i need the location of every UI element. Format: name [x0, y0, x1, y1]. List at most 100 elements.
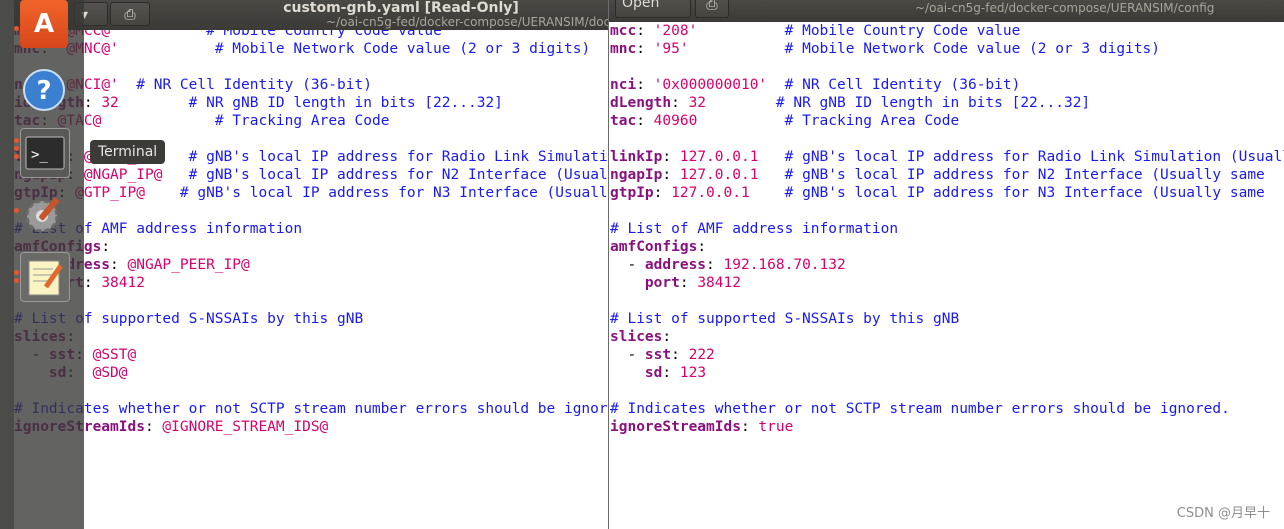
left-screen-edge	[0, 0, 14, 529]
code-token: # gNB's local IP address for N3 Interfac…	[179, 185, 608, 201]
code-token: 38412	[101, 275, 145, 291]
ubuntu-software-glyph: A	[34, 9, 54, 39]
code-token: # NR Cell Identity (36-bit)	[136, 77, 372, 93]
code-line: tac: @TAC@ # Tracking Area Code	[14, 112, 608, 130]
code-line: sd: 123	[610, 364, 1284, 382]
left-save-doc-button[interactable]: ⎙	[110, 2, 150, 26]
code-token: # Tracking Area Code	[784, 113, 960, 129]
code-line: amfConfigs:	[14, 238, 608, 256]
code-token: :	[671, 95, 689, 111]
right-window-path: ~/oai-cn5g-fed/docker-compose/UERANSIM/c…	[915, 1, 1215, 15]
code-token: 123	[679, 365, 707, 381]
left-window-titlebar[interactable]: ▾ ⎙ custom-gnb.yaml [Read-Only] ~/oai-cn…	[14, 0, 608, 30]
code-line: # List of supported S-NSSAIs by this gNB	[14, 310, 608, 328]
system-settings-icon[interactable]	[20, 190, 68, 238]
code-token: :	[636, 77, 654, 93]
code-token: # NR gNB ID length in bits [22...32]	[775, 95, 1091, 111]
code-token: :	[671, 347, 689, 363]
code-line: - sst: 222	[610, 346, 1284, 364]
code-token: 38412	[697, 275, 741, 291]
code-token: mcc	[610, 23, 637, 39]
code-line: slices:	[610, 328, 1284, 346]
code-token: @GTP_IP@	[75, 185, 145, 201]
code-token: 32	[101, 95, 119, 111]
code-token: true	[758, 419, 794, 435]
code-token: '95'	[653, 41, 689, 57]
code-token: # NR Cell Identity (36-bit)	[784, 77, 1021, 93]
code-line: # List of supported S-NSSAIs by this gNB	[610, 310, 1284, 328]
code-token: # gNB's local IP address for N2 Interfac…	[188, 167, 608, 183]
code-token: :	[679, 275, 698, 291]
code-line: mnc: '@MNC@' # Mobile Network Code value…	[14, 40, 608, 58]
code-token: :	[83, 275, 102, 291]
running-indicator	[14, 278, 19, 283]
running-indicator	[14, 154, 19, 159]
code-line: ngapIp: 127.0.0.1 # gNB's local IP addre…	[610, 166, 1284, 184]
code-line: nci: '0x000000010' # NR Cell Identity (3…	[610, 76, 1284, 94]
left-window-path: ~/oai-cn5g-fed/docker-compose/UERANSIM/d…	[326, 15, 608, 29]
code-line: amfConfigs:	[610, 238, 1284, 256]
code-line: - address: 192.168.70.132	[610, 256, 1284, 274]
right-window-titlebar[interactable]: Open ⎙ ~/oai-cn5g-fed/docker-compose/UER…	[609, 0, 1284, 22]
code-token: # Mobile Network Code value (2 or 3 digi…	[214, 41, 591, 57]
code-token: 40960	[653, 113, 698, 129]
code-line: ignoreStreamIds: @IGNORE_STREAM_IDS@	[14, 418, 608, 436]
code-line: # List of AMF address information	[14, 220, 608, 238]
code-token: :	[636, 23, 654, 39]
csdn-watermark: CSDN @月早十	[1176, 506, 1270, 521]
code-token: :	[662, 167, 680, 183]
text-editor-glyph	[28, 260, 63, 296]
code-token: sd	[644, 365, 663, 381]
code-token: @SST@	[92, 347, 137, 363]
right-editor-text[interactable]: mcc: '208' # Mobile Country Code value mn…	[610, 22, 1284, 436]
text-editor-icon[interactable]	[20, 252, 70, 302]
code-token: '0x000000010'	[653, 77, 768, 93]
code-line: port: 38412	[610, 274, 1284, 292]
code-line: - address: @NGAP_PEER_IP@	[14, 256, 608, 274]
code-token: # gNB's local IP address for N2 Interfac…	[784, 167, 1265, 183]
code-token: # gNB's local IP address for N3 Interfac…	[784, 185, 1265, 201]
right-editor-window[interactable]: mcc: '208' # Mobile Country Code value mn…	[608, 0, 1284, 529]
code-line: # List of AMF address information	[610, 220, 1284, 238]
code-token: :	[636, 113, 654, 129]
code-line: ignoreStreamIds: true	[610, 418, 1284, 436]
code-token: :	[144, 419, 163, 435]
code-line: mcc: '208' # Mobile Country Code value	[610, 22, 1284, 40]
code-token: # Indicates whether or not SCTP stream n…	[610, 401, 1230, 417]
code-token: # NR gNB ID length in bits [22...32]	[188, 95, 503, 111]
help-icon[interactable]: ?	[20, 66, 68, 114]
ubuntu-software-icon[interactable]: A	[20, 0, 68, 48]
left-editor-window[interactable]: mcc: '@MCC@' # Mobile Country Code value…	[14, 0, 608, 529]
code-token: :	[697, 239, 707, 255]
left-editor-text[interactable]: mcc: '@MCC@' # Mobile Country Code value…	[14, 22, 608, 436]
terminal-icon[interactable]: >_	[20, 128, 70, 178]
running-indicator	[14, 270, 19, 275]
code-line: gtpIp: 127.0.0.1 # gNB's local IP addres…	[610, 184, 1284, 202]
code-token: tac	[610, 113, 637, 129]
code-token: nci	[610, 77, 637, 93]
code-token: :	[636, 41, 654, 57]
running-indicator	[14, 208, 19, 213]
code-token: :	[740, 419, 759, 435]
code-token: 127.0.0.1	[679, 167, 759, 183]
right-open-button[interactable]: Open	[615, 0, 691, 18]
right-new-doc-button[interactable]: ⎙	[695, 0, 729, 18]
gear-glyph	[25, 197, 59, 233]
code-token: 32	[688, 95, 707, 111]
code-token: address	[644, 257, 707, 273]
code-token: :	[662, 365, 680, 381]
code-token: # gNB's local IP address for Radio Link …	[188, 149, 608, 165]
